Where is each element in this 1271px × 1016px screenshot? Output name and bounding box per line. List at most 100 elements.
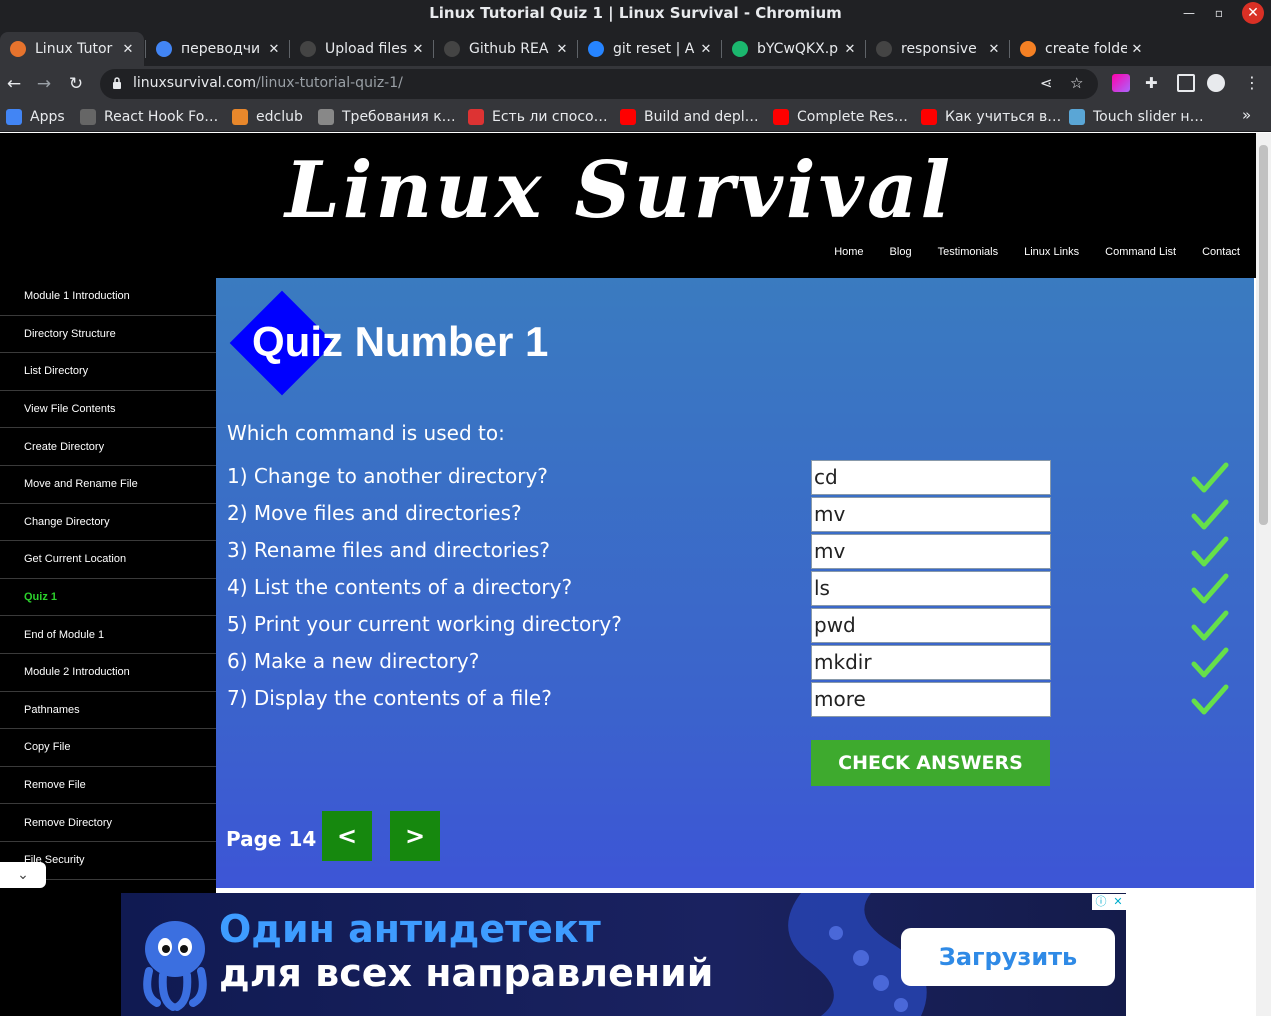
- close-tab-icon[interactable]: ✕: [696, 42, 716, 57]
- close-tab-icon[interactable]: ✕: [552, 42, 572, 57]
- address-bar[interactable]: linuxsurvival.com/linux-tutorial-quiz-1/…: [100, 69, 1098, 99]
- window-title: Linux Tutorial Quiz 1 | Linux Survival -…: [429, 4, 842, 22]
- sidebar-item[interactable]: Remove Directory: [0, 804, 216, 842]
- previous-page-button[interactable]: <: [322, 811, 372, 861]
- browser-tab[interactable]: Linux Tutor ✕: [0, 32, 144, 66]
- browser-tab[interactable]: Upload files ✕: [290, 32, 434, 66]
- browser-tab[interactable]: bYCwQKX.p ✕: [722, 32, 866, 66]
- next-page-button[interactable]: >: [390, 811, 440, 861]
- bookmark-item[interactable]: Build and depl…: [620, 107, 759, 127]
- close-tab-icon[interactable]: ✕: [1127, 42, 1147, 57]
- tab-title: create folde: [1045, 41, 1127, 57]
- url-path: /linux-tutorial-quiz-1/: [256, 75, 403, 91]
- lock-icon[interactable]: [112, 76, 122, 90]
- tab-title: git reset | A: [613, 41, 695, 57]
- reload-icon[interactable]: ↻: [64, 72, 88, 96]
- nav-link[interactable]: Contact: [1202, 246, 1240, 258]
- answer-input[interactable]: ls: [811, 571, 1051, 606]
- browser-tab[interactable]: responsive ✕: [866, 32, 1010, 66]
- sidebar-item[interactable]: View File Contents: [0, 391, 216, 429]
- browser-tab[interactable]: create folde ✕: [1010, 32, 1153, 66]
- bookmark-item[interactable]: Есть ли спосо…: [468, 107, 608, 127]
- side-panel-icon[interactable]: [1177, 74, 1195, 92]
- bookmark-item[interactable]: Требования к…: [318, 107, 456, 127]
- nav-link[interactable]: Command List: [1105, 246, 1176, 258]
- nav-link[interactable]: Home: [834, 246, 863, 258]
- ad-close-controls[interactable]: ⓘ ✕: [1092, 894, 1126, 910]
- youtube-icon: [921, 109, 937, 125]
- sidebar-item[interactable]: End of Module 1: [0, 616, 216, 654]
- ad-info-icon[interactable]: ⓘ: [1095, 894, 1106, 910]
- sidebar-item[interactable]: Copy File: [0, 729, 216, 767]
- sidebar-item[interactable]: Module 2 Introduction: [0, 654, 216, 692]
- back-arrow-icon[interactable]: ←: [2, 72, 26, 96]
- page-scrollbar[interactable]: [1256, 133, 1271, 1016]
- question-text: 3) Rename files and directories?: [227, 538, 551, 562]
- tab-separator: [721, 40, 722, 58]
- bookmark-item[interactable]: Как учиться в…: [921, 107, 1061, 127]
- close-tab-icon[interactable]: ✕: [984, 42, 1004, 57]
- sidebar-item[interactable]: Quiz 1: [0, 579, 216, 617]
- quiz-content: Quiz Number 1 Which command is used to: …: [216, 278, 1254, 888]
- bookmark-item[interactable]: edclub: [232, 107, 303, 127]
- bookmark-item[interactable]: Touch slider н…: [1069, 107, 1204, 127]
- sidebar-item[interactable]: Create Directory: [0, 428, 216, 466]
- close-tab-icon[interactable]: ✕: [840, 42, 860, 57]
- sidebar-item[interactable]: Module 1 Introduction: [0, 278, 216, 316]
- answer-input[interactable]: more: [811, 682, 1051, 717]
- maximize-icon[interactable]: ▫: [1208, 2, 1230, 24]
- bookmark-label: Build and depl…: [644, 109, 759, 125]
- sidebar-item[interactable]: List Directory: [0, 353, 216, 391]
- nav-link[interactable]: Testimonials: [938, 246, 999, 258]
- browser-tab[interactable]: переводчи ✕: [146, 32, 290, 66]
- google-icon: [156, 41, 172, 57]
- browser-tab[interactable]: git reset | A ✕: [578, 32, 722, 66]
- scrollbar-thumb[interactable]: [1259, 145, 1268, 525]
- answer-input[interactable]: mv: [811, 497, 1051, 532]
- question-text: 7) Display the contents of a file?: [227, 686, 552, 710]
- sidebar-item[interactable]: Get Current Location: [0, 541, 216, 579]
- close-tab-icon[interactable]: ✕: [264, 42, 284, 57]
- quiz-question-row: 5) Print your current working directory?…: [216, 608, 1254, 645]
- bookmark-star-icon[interactable]: ☆: [1070, 74, 1083, 92]
- tab-title: responsive: [901, 41, 977, 57]
- ad-banner[interactable]: Один антидетект для всех направлений Заг…: [121, 893, 1126, 1016]
- minimize-icon[interactable]: —: [1178, 2, 1200, 24]
- close-tab-icon[interactable]: ✕: [118, 42, 138, 57]
- answer-input[interactable]: pwd: [811, 608, 1051, 643]
- bookmark-item[interactable]: React Hook Fo…: [80, 107, 218, 127]
- menu-kebab-icon[interactable]: ⋮: [1244, 74, 1262, 92]
- sidebar-item[interactable]: Directory Structure: [0, 316, 216, 354]
- bookmarks-overflow-icon[interactable]: »: [1242, 106, 1251, 124]
- check-answers-button[interactable]: CHECK ANSWERS: [811, 740, 1050, 786]
- url-host: linuxsurvival.com: [133, 75, 257, 91]
- nav-link[interactable]: Linux Links: [1024, 246, 1079, 258]
- ad-download-button[interactable]: Загрузить: [901, 928, 1115, 986]
- collapse-ad-chevron-icon[interactable]: ⌄: [0, 862, 46, 888]
- sidebar-item[interactable]: Pathnames: [0, 692, 216, 730]
- sidebar-item[interactable]: Change Directory: [0, 504, 216, 542]
- sidebar-item[interactable]: Move and Rename File: [0, 466, 216, 504]
- close-tab-icon[interactable]: ✕: [408, 42, 428, 57]
- bookmark-item[interactable]: Complete Res…: [773, 107, 908, 127]
- browser-tab[interactable]: Github REA ✕: [434, 32, 578, 66]
- share-icon[interactable]: ⋖: [1040, 74, 1053, 92]
- answer-input[interactable]: mkdir: [811, 645, 1051, 680]
- site-logo[interactable]: Linux Survival: [285, 145, 953, 236]
- ad-close-icon[interactable]: ✕: [1113, 894, 1122, 910]
- close-window-icon[interactable]: ✕: [1242, 2, 1264, 24]
- answer-input[interactable]: cd: [811, 460, 1051, 495]
- bookmark-item[interactable]: Apps: [6, 107, 65, 127]
- sidebar-item[interactable]: Remove File: [0, 767, 216, 805]
- profile-avatar-icon[interactable]: [1207, 74, 1225, 92]
- extension-icon[interactable]: [1112, 74, 1130, 92]
- globe-icon: [318, 109, 334, 125]
- nav-link[interactable]: Blog: [890, 246, 912, 258]
- codepen-icon: [1069, 109, 1085, 125]
- extensions-puzzle-icon[interactable]: ✚: [1145, 74, 1163, 92]
- url-text[interactable]: linuxsurvival.com/linux-tutorial-quiz-1/: [133, 75, 403, 91]
- top-navigation: Home Blog Testimonials Linux Links Command L…: [834, 246, 1240, 258]
- forward-arrow-icon[interactable]: →: [32, 72, 56, 96]
- edclub-icon: [232, 109, 248, 125]
- answer-input[interactable]: mv: [811, 534, 1051, 569]
